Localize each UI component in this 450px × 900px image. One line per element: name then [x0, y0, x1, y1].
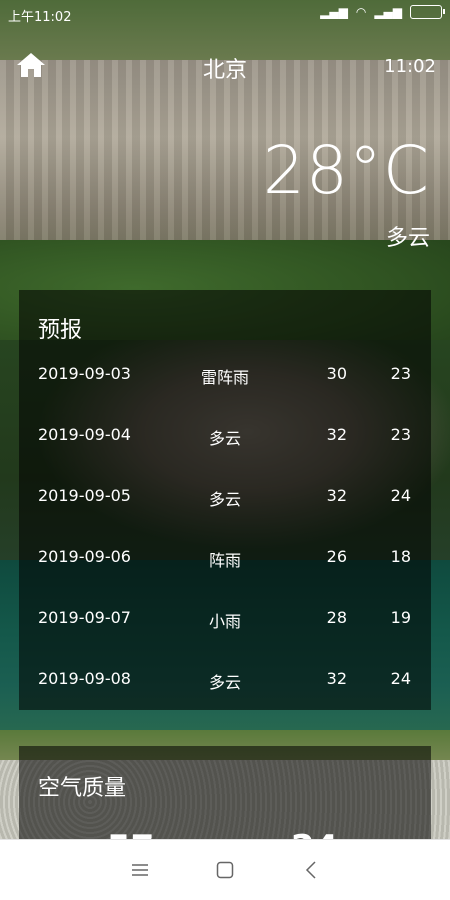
forecast-weather: 多云: [208, 490, 241, 509]
status-bar: 上午11:02 ▂▄▆ ◠ ▂▄▆: [0, 0, 450, 30]
forecast-date: 2019-09-04: [38, 425, 131, 444]
forecast-min: 18: [390, 547, 411, 566]
forecast-weather: 阵雨: [208, 551, 241, 570]
forecast-max: 32: [326, 486, 347, 505]
air-quality-title: 空气质量: [38, 776, 127, 801]
forecast-weather: 小雨: [208, 612, 241, 631]
forecast-weather: 多云: [208, 673, 241, 692]
back-chevron-icon[interactable]: [296, 856, 326, 884]
status-time: 上午11:02: [8, 10, 72, 25]
forecast-row: 2019-09-07 小雨 28 19: [19, 608, 431, 638]
forecast-date: 2019-09-05: [38, 486, 131, 505]
forecast-min: 23: [390, 364, 411, 383]
forecast-row: 2019-09-08 多云 32 24: [19, 669, 431, 699]
forecast-row: 2019-09-03 雷阵雨 30 23: [19, 364, 431, 394]
forecast-date: 2019-09-07: [38, 608, 131, 627]
forecast-min: 19: [390, 608, 411, 627]
forecast-min: 23: [390, 425, 411, 444]
forecast-weather: 雷阵雨: [200, 368, 249, 387]
navigation-bar: [0, 839, 450, 900]
forecast-row: 2019-09-05 多云 32 24: [19, 486, 431, 516]
forecast-panel: 预报 2019-09-03 雷阵雨 30 23 2019-09-04 多云 32…: [19, 290, 431, 710]
battery-icon: [410, 5, 445, 19]
signal-icon-2: ▂▄▆: [374, 5, 402, 19]
current-condition: 多云: [385, 226, 430, 251]
forecast-date: 2019-09-03: [38, 364, 131, 383]
signal-icon: ▂▄▆: [320, 5, 348, 19]
forecast-max: 30: [326, 364, 347, 383]
forecast-max: 32: [326, 425, 347, 444]
status-icons: ▂▄▆ ◠ ▂▄▆: [320, 5, 445, 19]
forecast-title: 预报: [38, 318, 83, 343]
square-home-icon[interactable]: [210, 856, 240, 884]
forecast-date: 2019-09-08: [38, 669, 131, 688]
wifi-icon: ◠: [355, 5, 367, 19]
header: 北京 11:02: [0, 50, 450, 86]
update-time: 11:02: [384, 56, 436, 77]
forecast-row: 2019-09-06 阵雨 26 18: [19, 547, 431, 577]
forecast-max: 28: [326, 608, 347, 627]
forecast-date: 2019-09-06: [38, 547, 131, 566]
forecast-max: 32: [326, 669, 347, 688]
forecast-min: 24: [390, 486, 411, 505]
forecast-min: 24: [390, 669, 411, 688]
forecast-weather: 多云: [208, 429, 241, 448]
city-name: 北京: [202, 58, 247, 83]
forecast-max: 26: [326, 547, 347, 566]
current-temperature: 28°C: [262, 132, 430, 209]
forecast-row: 2019-09-04 多云 32 23: [19, 425, 431, 455]
menu-icon[interactable]: [125, 856, 155, 884]
